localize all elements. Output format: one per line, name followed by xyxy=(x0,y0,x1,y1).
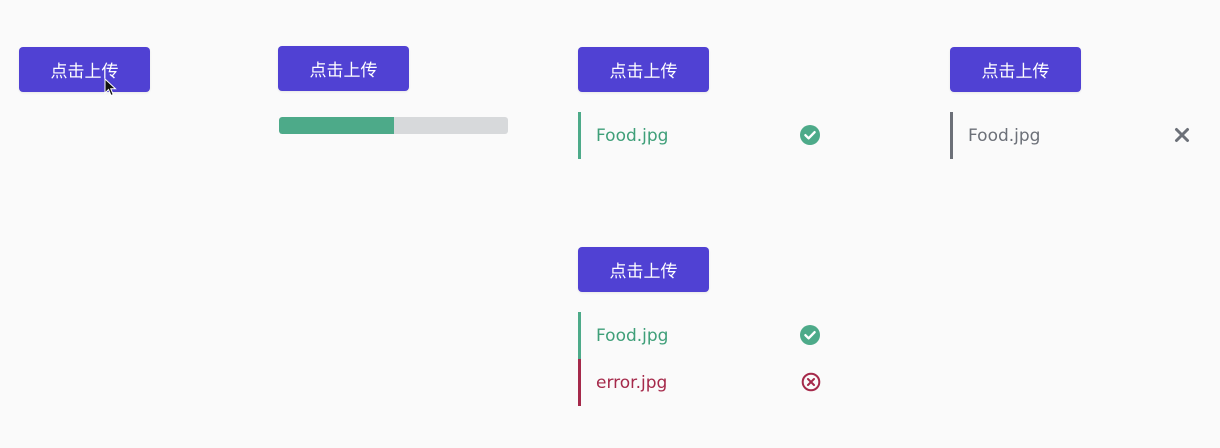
close-icon[interactable] xyxy=(1172,125,1192,145)
mouse-pointer-icon xyxy=(104,78,117,97)
file-item-removable: Food.jpg xyxy=(950,112,1150,159)
check-circle-icon xyxy=(800,125,820,145)
upload-button-uploading[interactable]: 点击上传 xyxy=(278,46,409,91)
upload-button-removable[interactable]: 点击上传 xyxy=(950,47,1081,92)
error-circle-icon xyxy=(801,372,821,392)
upload-button-mixed[interactable]: 点击上传 xyxy=(578,247,709,292)
file-item-error: error.jpg xyxy=(578,359,828,406)
file-name: Food.jpg xyxy=(596,325,669,346)
file-item-success: Food.jpg xyxy=(578,112,828,159)
upload-button-success[interactable]: 点击上传 xyxy=(578,47,709,92)
upload-progress-fill xyxy=(279,117,394,134)
file-name: Food.jpg xyxy=(596,125,669,146)
upload-button-idle[interactable]: 点击上传 xyxy=(19,47,150,92)
file-name: error.jpg xyxy=(596,372,668,393)
check-circle-icon xyxy=(800,325,820,345)
file-item-success: Food.jpg xyxy=(578,312,828,359)
upload-progress-bar xyxy=(279,117,508,134)
file-name: Food.jpg xyxy=(968,125,1041,146)
